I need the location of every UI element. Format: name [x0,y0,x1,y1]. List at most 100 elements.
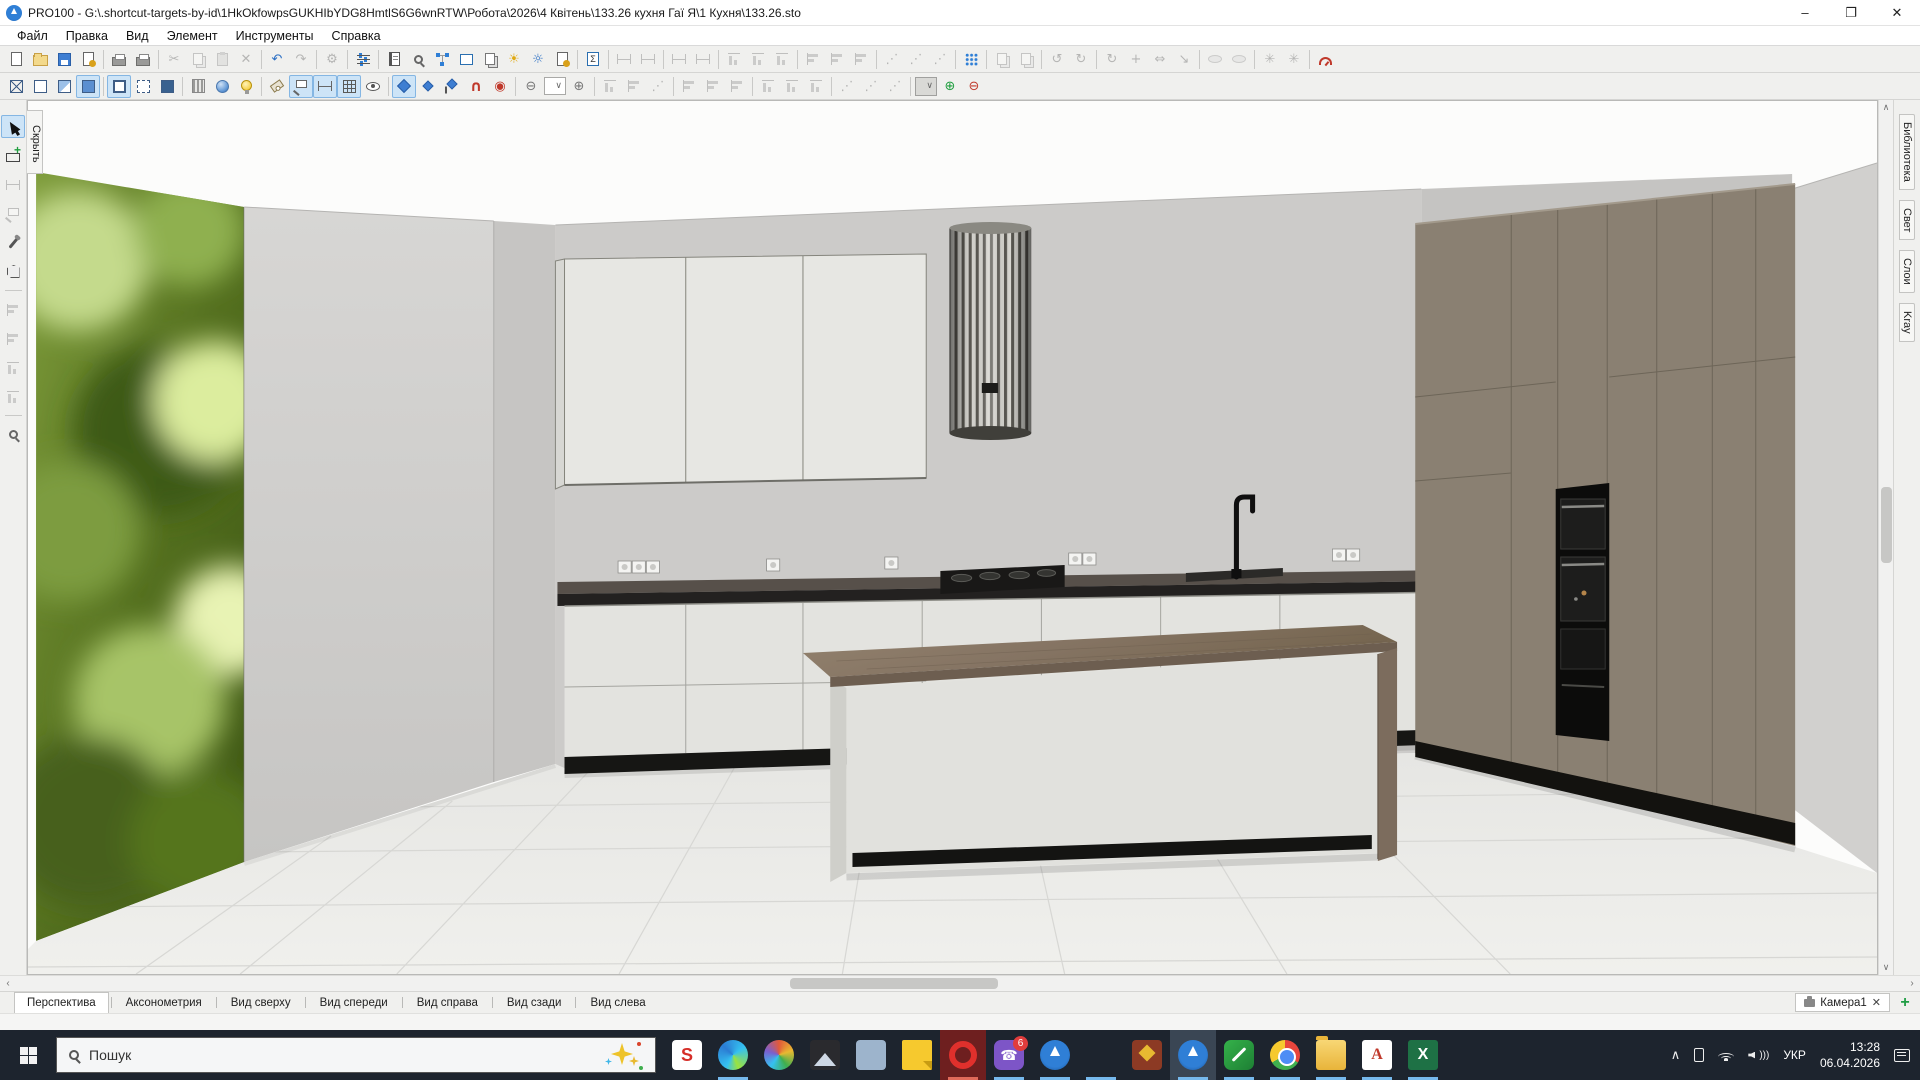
view-tab-7[interactable]: Вид слева [578,992,657,1013]
taskbar-app-sketchup[interactable]: S [664,1030,710,1080]
menu-5[interactable]: Инструменты [227,28,323,44]
benchmark-button[interactable] [1313,48,1337,71]
taskbar-app-autocad[interactable]: A [1354,1030,1400,1080]
scroll-right-arrow[interactable]: › [1904,978,1920,989]
clock[interactable]: 13:28 06.04.2026 [1820,1039,1880,1071]
snap-centers-button[interactable] [416,75,440,98]
taskbar-app-guard[interactable] [1124,1030,1170,1080]
upper-cabinets[interactable] [555,254,926,489]
menu-2[interactable]: Правка [57,28,117,44]
taskbar-app-photos[interactable] [802,1030,848,1080]
view-colors-button[interactable] [52,75,76,98]
view-tab-1[interactable]: Перспектива [14,992,109,1013]
print-settings-button[interactable] [76,48,100,71]
new-file-button[interactable] [4,48,28,71]
minimize-button[interactable]: – [1782,0,1828,26]
taskbar-app-explorer[interactable] [1308,1030,1354,1080]
taskbar-app-copilot[interactable] [756,1030,802,1080]
tray-chevron-icon[interactable]: ∧ [1671,1047,1681,1063]
report-button[interactable] [382,48,406,71]
view-tab-6[interactable]: Вид сзади [495,992,574,1013]
magnet-button[interactable]: ∩ [464,75,488,98]
left-wall[interactable] [244,207,555,862]
tall-cabinets[interactable] [1415,184,1795,846]
dimensions-button[interactable] [313,75,337,98]
zoom-out-button[interactable]: ⊖ [519,75,543,98]
start-button[interactable] [0,1030,56,1080]
language-indicator[interactable]: УКР [1783,1048,1806,1062]
price-report-button[interactable] [550,48,574,71]
camera-tab[interactable]: Камера1 ✕ [1795,993,1890,1012]
view-hidden-lines-button[interactable] [28,75,52,98]
view-textures-button[interactable] [76,75,100,98]
volume-icon[interactable]: ))) [1748,1050,1769,1061]
grid-button[interactable] [337,75,361,98]
view-shaded-button[interactable] [155,75,179,98]
side-tab-слои[interactable]: Слои [1899,250,1915,293]
structure-button[interactable] [430,48,454,71]
snap-to-grid-button[interactable] [959,48,983,71]
hide-panel-tab[interactable]: Скрыть [27,110,43,174]
view-edges-button[interactable] [131,75,155,98]
taskbar-app-sticky-notes[interactable] [894,1030,940,1080]
scroll-up-arrow[interactable]: ∧ [1879,100,1894,115]
lighting-button[interactable] [234,75,258,98]
snap-points-button[interactable] [392,75,416,98]
taskbar-app-green-notes[interactable] [1216,1030,1262,1080]
view-tab-5[interactable]: Вид справа [405,992,490,1013]
side-tab-библиотека[interactable]: Библиотека [1899,114,1915,190]
built-in-ovens[interactable] [1556,483,1610,741]
print-preview-button[interactable] [131,48,155,71]
scroll-left-arrow[interactable]: ‹ [0,978,16,989]
show-rays-button[interactable]: ☼ [526,48,550,71]
add-view-button[interactable]: + [1890,992,1920,1013]
scroll-down-arrow[interactable]: ∨ [1879,960,1894,975]
close-button[interactable]: ✕ [1874,0,1920,26]
material-select-button[interactable] [914,75,938,98]
preview-button[interactable] [361,75,385,98]
scene-canvas[interactable] [27,100,1878,975]
menu-3[interactable]: Вид [117,28,158,44]
vertical-scroll-thumb[interactable] [1881,487,1892,563]
tags-button[interactable] [265,75,289,98]
taskbar-app-pro100[interactable] [1170,1030,1216,1080]
taskbar-app-opera[interactable] [940,1030,986,1080]
properties-button[interactable] [351,48,375,71]
taskbar-app-viber[interactable]: ☎6 [986,1030,1032,1080]
taskbar-app-pro100-alt[interactable] [1032,1030,1078,1080]
rename-button[interactable] [454,48,478,71]
find-button[interactable] [406,48,430,71]
save-button[interactable] [52,48,76,71]
zoom-in-button[interactable]: ⊕ [567,75,591,98]
select-tool-button[interactable] [1,115,25,138]
open-file-button[interactable] [28,48,52,71]
callouts-button[interactable] [289,75,313,98]
taskbar-app-edge[interactable] [710,1030,756,1080]
notification-center-icon[interactable] [1894,1049,1910,1062]
taskbar-search[interactable]: Пошук [56,1037,656,1073]
view-wireframe-button[interactable] [4,75,28,98]
auto-center-button[interactable]: ◉ [488,75,512,98]
horizontal-scrollbar[interactable]: ‹ › [0,975,1920,991]
side-tab-kray[interactable]: Kray [1899,303,1915,342]
wifi-icon[interactable] [1718,1050,1734,1061]
view-tab-3[interactable]: Вид сверху [219,992,303,1013]
print-button[interactable] [107,48,131,71]
view-tab-4[interactable]: Вид спереди [308,992,400,1013]
menu-1[interactable]: Файл [8,28,57,44]
maximize-button[interactable]: ❐ [1828,0,1874,26]
summary-list-button[interactable]: Σ [581,48,605,71]
material-add-button[interactable]: ⊕ [938,75,962,98]
vertical-scrollbar[interactable]: ∧ ∨ [1878,100,1893,975]
view-tab-2[interactable]: Аксонометрия [114,992,214,1013]
smoothing-button[interactable] [210,75,234,98]
menu-6[interactable]: Справка [323,28,390,44]
camera-close-icon[interactable]: ✕ [1872,996,1881,1009]
side-tab-свет[interactable]: Свет [1899,200,1915,240]
material-remove-button[interactable]: ⊖ [962,75,986,98]
curtains-button[interactable] [186,75,210,98]
kitchen-island[interactable] [803,625,1397,882]
menu-4[interactable]: Элемент [158,28,227,44]
contour-tool-button[interactable] [1,260,25,283]
copilot-icon[interactable] [603,1040,643,1070]
